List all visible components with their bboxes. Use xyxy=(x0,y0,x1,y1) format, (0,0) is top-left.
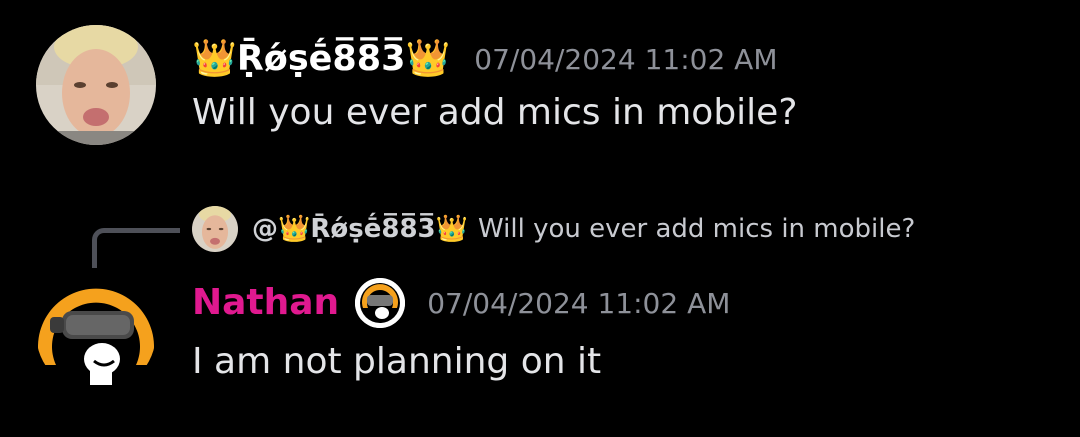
username-text: Ṝǿṣḗ8̅8̅3̅ xyxy=(236,38,406,79)
message-header: Nathan 07/04/2024 11:02 AM xyxy=(192,277,730,329)
mention-at: @ xyxy=(252,214,278,244)
timestamp: 07/04/2024 11:02 AM xyxy=(427,286,731,320)
rose-avatar[interactable] xyxy=(36,25,156,145)
crown-emoji: 👑 xyxy=(435,214,469,244)
crown-emoji: 👑 xyxy=(405,38,451,79)
reply-spine-line xyxy=(92,228,180,268)
timestamp: 07/04/2024 11:02 AM xyxy=(474,42,778,76)
reply-username: Ṝǿṣḗ8̅8̅3̅ xyxy=(310,214,436,244)
reply-avatar xyxy=(192,206,238,252)
reply-preview: Will you ever add mics in mobile? xyxy=(478,214,916,244)
crown-emoji: 👑 xyxy=(192,38,237,79)
message-nathan: @ 👑 Ṝǿṣḗ8̅8̅3̅ 👑 Will you ever add mics … xyxy=(0,195,1080,437)
crown-emoji: 👑 xyxy=(278,214,311,244)
reply-reference[interactable]: @ 👑 Ṝǿṣḗ8̅8̅3̅ 👑 Will you ever add mics … xyxy=(192,205,915,253)
message-content: Will you ever add mics in mobile? xyxy=(192,92,798,133)
username-nathan[interactable]: Nathan xyxy=(192,285,339,321)
message-rose: 👑 Ṝǿṣḗ8̅8̅3̅ 👑 07/04/2024 11:02 AM Will … xyxy=(0,0,1080,180)
message-content: I am not planning on it xyxy=(192,341,602,382)
reply-mention: @ 👑 Ṝǿṣḗ8̅8̅3̅ 👑 xyxy=(252,214,468,244)
username-rose[interactable]: 👑 Ṝǿṣḗ8̅8̅3̅ 👑 xyxy=(192,41,450,77)
vr-headset-badge-icon[interactable] xyxy=(355,278,406,328)
nathan-avatar[interactable] xyxy=(36,273,156,393)
message-header: 👑 Ṝǿṣḗ8̅8̅3̅ 👑 07/04/2024 11:02 AM xyxy=(192,30,777,88)
